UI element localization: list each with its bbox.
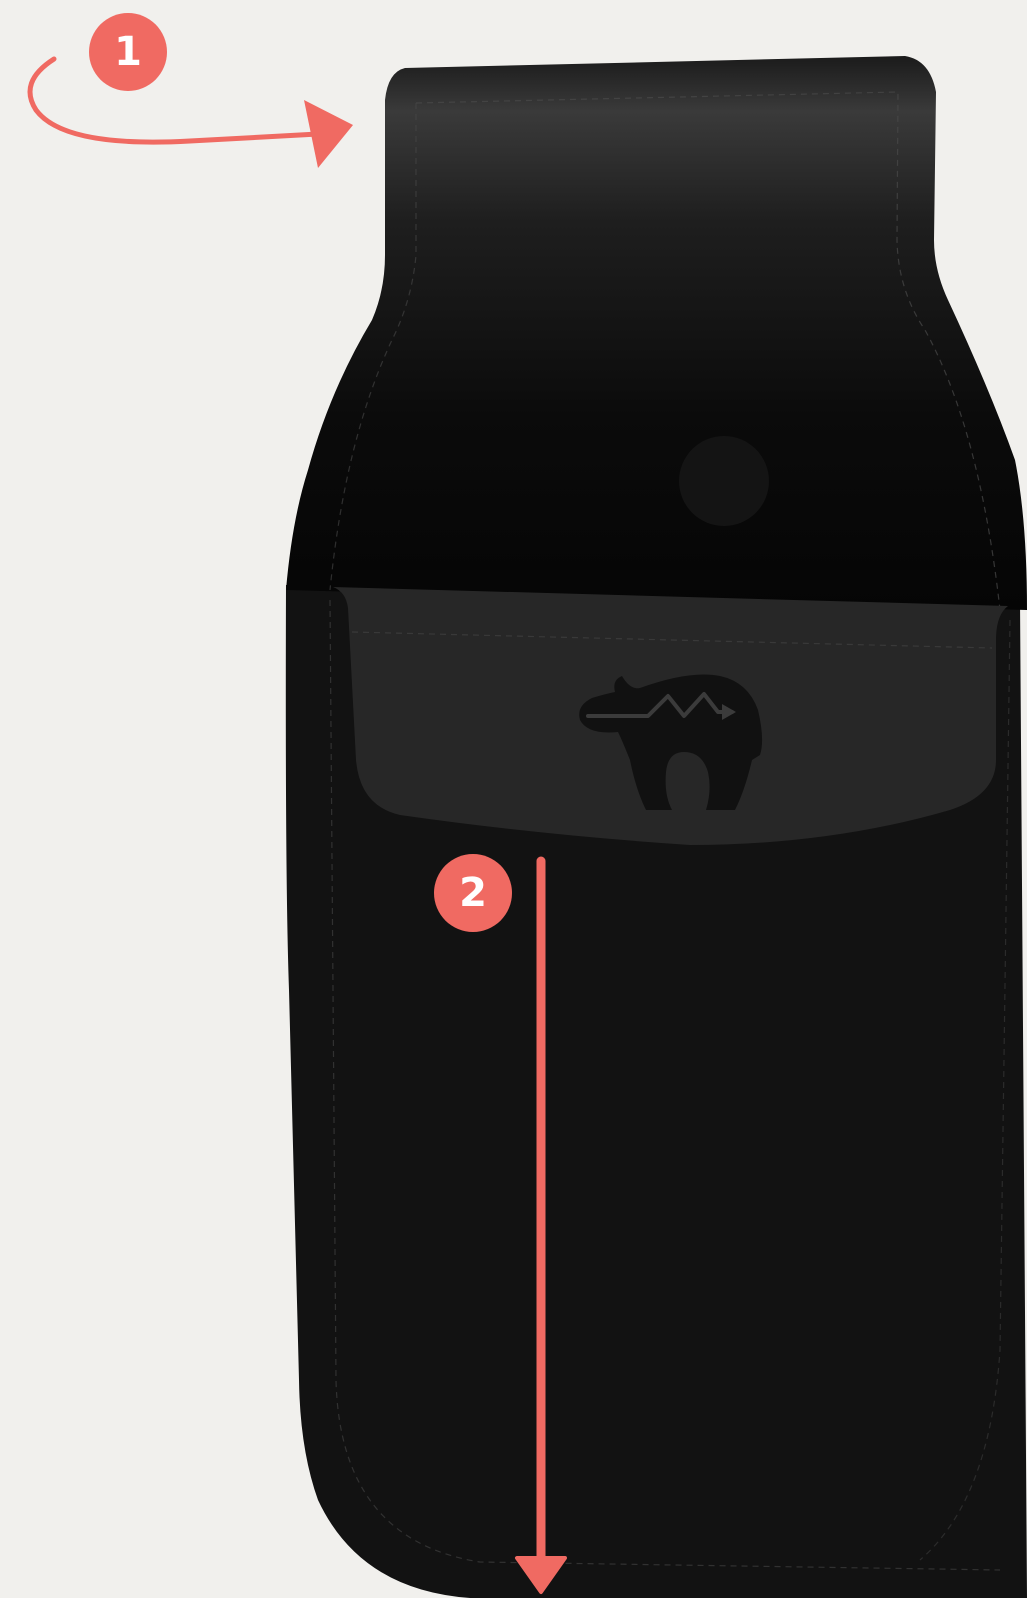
step-2-badge: 2 xyxy=(434,854,512,932)
illustration-stage: 1 2 xyxy=(0,0,1027,1598)
snap-button xyxy=(679,436,769,526)
belt-flap xyxy=(286,56,1027,610)
step-1-number: 1 xyxy=(114,29,142,75)
holster-illustration xyxy=(27,56,1027,1598)
step-1-badge: 1 xyxy=(89,13,167,91)
curved-arrow-icon xyxy=(27,56,321,145)
step-2-number: 2 xyxy=(459,870,487,916)
curved-arrow-head xyxy=(304,100,353,168)
